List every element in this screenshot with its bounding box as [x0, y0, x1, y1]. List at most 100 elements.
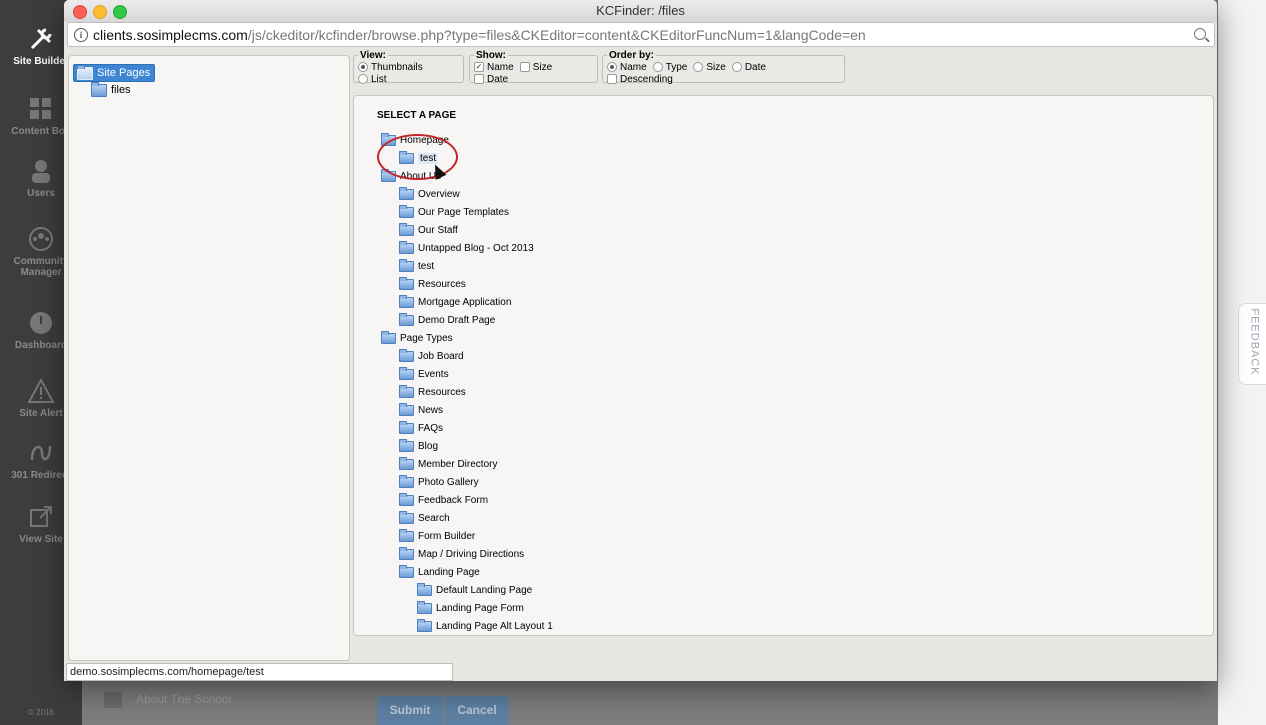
page-tree-item-label: Events	[418, 369, 449, 380]
redirect-icon	[30, 445, 52, 461]
option-label: Name	[487, 61, 514, 73]
kcfinder-window: KCFinder: /files i clients.sosimplecms.c…	[64, 0, 1217, 681]
folder-icon	[381, 330, 396, 344]
maximize-window-button[interactable]	[113, 5, 127, 19]
nav-label: Site Builder	[13, 56, 69, 67]
radio-icon	[693, 61, 704, 72]
folder-icon	[399, 294, 414, 308]
order-options: Order by: Name Type Size Date Descending	[602, 50, 845, 85]
address-bar[interactable]: i clients.sosimplecms.com/js/ckeditor/kc…	[67, 22, 1215, 47]
community-icon	[29, 227, 53, 251]
folder-icon	[399, 546, 414, 560]
page-tree-item-label: Photo Gallery	[418, 477, 479, 488]
option-label: Type	[665, 61, 688, 73]
feedback-label: FEEDBACK	[1248, 308, 1261, 376]
show-legend: Show:	[476, 50, 506, 61]
page-tree-item-label: Our Page Templates	[418, 207, 509, 218]
order-descending-checkbox[interactable]: Descending	[607, 74, 673, 85]
view-thumbnails-radio[interactable]: Thumbnails	[358, 62, 423, 73]
page-tree-item[interactable]: Photo Gallery	[399, 474, 479, 491]
tree-item-site-pages[interactable]: Site Pages	[73, 64, 156, 82]
page-tree-item[interactable]: test	[399, 258, 434, 275]
nav-label: Dashboard	[14, 340, 68, 351]
page-tree-item-label: Mortgage Application	[418, 297, 512, 308]
order-name-radio[interactable]: Name	[607, 62, 647, 73]
order-date-radio[interactable]: Date	[731, 61, 766, 73]
info-icon[interactable]: i	[74, 28, 88, 42]
minimize-window-button[interactable]	[93, 5, 107, 19]
show-date-checkbox[interactable]: Date	[474, 74, 508, 85]
page-tree-item-label: FAQs	[418, 423, 444, 434]
page-tree-item[interactable]: FAQs	[399, 420, 444, 437]
page-tree-item-label: Resources	[418, 387, 466, 398]
page-tree-item[interactable]: Page Types	[381, 330, 453, 347]
close-window-button[interactable]	[73, 5, 87, 19]
page-tree-item[interactable]: Member Directory	[399, 456, 498, 473]
folder-icon	[417, 618, 432, 632]
view-list-radio[interactable]: List	[358, 74, 387, 85]
page-tree-item[interactable]: Job Board	[399, 348, 464, 365]
nav-label: Content Box	[11, 126, 71, 137]
page-tree-item-label: Member Directory	[418, 459, 498, 470]
page-tree-item-label: Feedback Form	[418, 495, 489, 506]
page-tree-item-label: Form Builder	[418, 531, 476, 542]
page-tree-item[interactable]: Form Builder	[399, 528, 476, 545]
page-tree-item[interactable]: Our Staff	[399, 222, 458, 239]
warning-icon	[28, 378, 54, 403]
page-tree-item[interactable]: Default Landing Page	[417, 582, 532, 599]
tree-item-files[interactable]: files	[91, 81, 131, 97]
page-tree-item[interactable]: Overview	[399, 186, 460, 203]
page-tree-item-label: Our Staff	[418, 225, 458, 236]
page-tree-item[interactable]: News	[399, 402, 443, 419]
folder-icon	[399, 258, 414, 272]
page-tree-item[interactable]: Map / Driving Directions	[399, 546, 524, 563]
option-label: Date	[744, 61, 766, 73]
radio-icon	[731, 61, 742, 72]
radio-icon	[652, 61, 663, 72]
folder-icon	[399, 312, 414, 326]
page-tree-item[interactable]: Feedback Form	[399, 492, 489, 509]
page-tree-item[interactable]: Events	[399, 366, 449, 383]
order-size-radio[interactable]: Size	[693, 61, 726, 73]
page-tree-item[interactable]: Resources	[399, 276, 466, 293]
checkbox-icon	[474, 73, 484, 84]
show-size-checkbox[interactable]: Size	[519, 62, 552, 73]
files-heading: SELECT A PAGE	[377, 110, 457, 121]
page-tree-item[interactable]: Landing Page Form	[417, 600, 524, 617]
page-tree-item[interactable]: Resources	[399, 384, 466, 401]
submit-button[interactable]: Submit	[377, 696, 443, 725]
page-tree-item[interactable]: Demo Draft Page	[399, 312, 495, 329]
folder-icon	[399, 222, 414, 236]
option-label: Size	[706, 61, 726, 73]
page-tree-item[interactable]: Landing Page	[399, 564, 480, 581]
option-label: Descending	[620, 73, 673, 85]
folder-icon	[399, 384, 414, 398]
page-tree-item[interactable]: Untapped Blog - Oct 2013	[399, 240, 534, 257]
page-tree-item[interactable]: Blog	[399, 438, 438, 455]
folder-icon	[417, 582, 432, 596]
order-type-radio[interactable]: Type	[652, 61, 688, 73]
zoom-icon[interactable]	[1194, 28, 1206, 40]
page-tree-item[interactable]: Mortgage Application	[399, 294, 512, 311]
folder-icon	[417, 600, 432, 614]
page-tree-item-label: Resources	[418, 279, 466, 290]
document-icon	[104, 692, 122, 708]
page-tree-item[interactable]: Our Page Templates	[399, 204, 509, 221]
feedback-tab[interactable]: FEEDBACK	[1238, 303, 1266, 385]
option-label: Date	[487, 73, 509, 85]
checkbox-icon	[607, 73, 617, 84]
folder-icon	[399, 420, 414, 434]
nav-label: View Site	[19, 534, 63, 545]
option-label: Name	[620, 61, 647, 73]
show-name-checkbox[interactable]: ✓ Name	[474, 62, 514, 73]
page-tree-item[interactable]: Search	[399, 510, 450, 527]
status-bar: demo.sosimplecms.com/homepage/test	[66, 663, 453, 681]
cancel-button[interactable]: Cancel	[445, 696, 509, 725]
order-legend: Order by:	[609, 50, 655, 61]
window-title: KCFinder: /files	[596, 3, 685, 18]
page-tree-item[interactable]: Landing Page Alt Layout 1	[417, 618, 553, 635]
url-text[interactable]: clients.sosimplecms.com/js/ckeditor/kcfi…	[93, 27, 866, 43]
list-item-about-the-school[interactable]: About The School	[104, 692, 231, 708]
folder-icon	[399, 402, 414, 416]
folder-icon	[399, 348, 414, 362]
